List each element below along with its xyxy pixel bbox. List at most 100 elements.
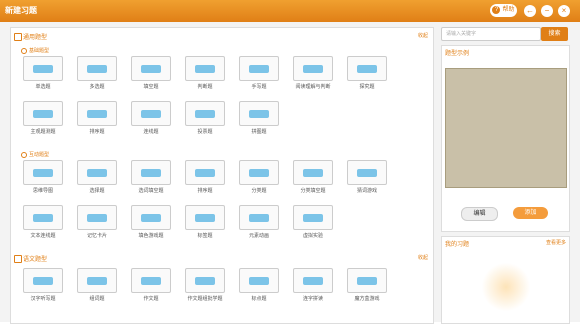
question-type-item[interactable]: 作文题 <box>127 268 175 306</box>
question-type-icon <box>23 268 63 293</box>
question-type-icon <box>185 205 225 230</box>
question-type-icon <box>77 101 117 126</box>
question-type-icon <box>185 268 225 293</box>
question-type-item[interactable]: 阅读理解与判断 <box>289 56 337 94</box>
view-more-link[interactable]: 查看更多 <box>546 239 566 246</box>
question-type-item[interactable]: 连线题 <box>127 101 175 139</box>
my-questions-title: 我的习题 <box>445 242 470 248</box>
close-icon[interactable]: × <box>558 5 570 17</box>
question-type-icon <box>239 205 279 230</box>
question-type-icon <box>239 101 279 126</box>
question-type-icon <box>23 101 63 126</box>
question-type-item[interactable]: 判断题 <box>181 56 229 94</box>
question-type-item[interactable]: 多选题 <box>73 56 121 94</box>
search-button[interactable]: 搜索 <box>541 27 568 41</box>
question-type-icon <box>23 160 63 185</box>
collapse-common-button[interactable]: 收起 <box>418 32 428 39</box>
question-type-label: 文本连线题 <box>30 233 56 239</box>
question-type-icon <box>347 160 387 185</box>
question-type-icon <box>239 268 279 293</box>
section-language-header: 语文题型 收起 <box>11 253 433 263</box>
question-type-label: 投票题 <box>197 129 213 135</box>
question-type-label: 作文题组批学题 <box>187 296 223 302</box>
question-type-icon <box>185 160 225 185</box>
question-type-label: 元素动画 <box>248 233 269 239</box>
question-type-label: 思维导图 <box>32 188 53 194</box>
question-type-item[interactable]: 分类题 <box>235 160 283 198</box>
question-type-item[interactable]: 排序题 <box>73 101 121 139</box>
question-type-item[interactable]: 元素动画 <box>235 205 283 243</box>
question-type-label: 排序题 <box>89 129 105 135</box>
question-type-label: 单选题 <box>35 84 51 90</box>
question-type-label: 魔方盒游戏 <box>354 296 380 302</box>
question-type-item[interactable]: 组词题 <box>73 268 121 306</box>
question-type-item[interactable]: 文本连线题 <box>19 205 67 243</box>
question-type-label: 猜词游戏 <box>356 188 377 194</box>
question-type-icon <box>239 56 279 81</box>
question-type-label: 拼图题 <box>251 129 267 135</box>
question-type-item[interactable]: 手写题 <box>235 56 283 94</box>
preview-image <box>445 68 567 188</box>
section-common-header: 通用题型 收起 <box>11 31 433 41</box>
question-type-item[interactable]: 记忆卡片 <box>73 205 121 243</box>
question-type-label: 选词填空题 <box>138 188 164 194</box>
preview-panel: 题型示例 编辑 添加 <box>441 45 570 232</box>
question-type-item[interactable]: 汉字听写题 <box>19 268 67 306</box>
category-basic-title: 基础题型 <box>21 47 49 54</box>
question-type-icon <box>293 268 333 293</box>
question-type-item[interactable]: 虚拟实验 <box>289 205 337 243</box>
question-type-label: 分类题 <box>251 188 267 194</box>
question-type-icon <box>293 160 333 185</box>
help-button[interactable]: ? 帮助 <box>490 4 517 17</box>
right-panel: 请输入关键字 搜索 题型示例 编辑 添加 我的习题 查看更多 <box>441 27 570 324</box>
title-bar: 新建习题 ? 帮助 ← − × <box>0 0 580 22</box>
question-type-item[interactable]: 连字拼读 <box>289 268 337 306</box>
question-type-item[interactable]: 猜词游戏 <box>343 160 391 198</box>
question-type-label: 组词题 <box>89 296 105 302</box>
add-button[interactable]: 添加 <box>513 207 548 219</box>
question-type-item[interactable]: 思维导图 <box>19 160 67 198</box>
question-type-label: 填空题 <box>143 84 159 90</box>
question-type-item[interactable]: 拼图题 <box>235 101 283 139</box>
question-type-item[interactable]: 主观题测题 <box>19 101 67 139</box>
question-type-panel: 通用题型 收起 基础题型 单选题 多选题 填空题 判断题 手写题 阅读理解与判断 探究题主观… <box>10 27 434 324</box>
question-type-icon <box>239 160 279 185</box>
question-type-label: 标签题 <box>197 233 213 239</box>
question-type-item[interactable]: 选择题 <box>73 160 121 198</box>
question-type-label: 汉字听写题 <box>30 296 56 302</box>
question-type-item[interactable]: 分类填空题 <box>289 160 337 198</box>
question-type-icon <box>77 205 117 230</box>
empty-state-image <box>481 263 531 311</box>
question-type-item[interactable]: 魔方盒游戏 <box>343 268 391 306</box>
back-icon[interactable]: ← <box>524 5 536 17</box>
question-type-icon <box>23 56 63 81</box>
question-type-label: 判断题 <box>197 84 213 90</box>
question-type-icon <box>131 205 171 230</box>
preview-title: 题型示例 <box>445 51 470 57</box>
minimize-icon[interactable]: − <box>541 5 553 17</box>
collapse-language-button[interactable]: 收起 <box>418 254 428 261</box>
question-type-item[interactable]: 标签题 <box>181 205 229 243</box>
question-type-item[interactable]: 填色游戏题 <box>127 205 175 243</box>
question-type-item[interactable]: 标点题 <box>235 268 283 306</box>
question-type-label: 连字拼读 <box>302 296 323 302</box>
search-input[interactable]: 请输入关键字 <box>441 27 541 41</box>
question-type-label: 作文题 <box>143 296 159 302</box>
section-common-title: 通用题型 <box>23 35 48 41</box>
question-type-item[interactable]: 单选题 <box>19 56 67 94</box>
question-type-item[interactable]: 填空题 <box>127 56 175 94</box>
question-type-item[interactable]: 探究题 <box>343 56 391 94</box>
question-type-icon <box>23 205 63 230</box>
question-type-item[interactable]: 排序题 <box>181 160 229 198</box>
question-type-label: 手写题 <box>251 84 267 90</box>
question-icon: ? <box>492 6 501 14</box>
question-type-label: 标点题 <box>251 296 267 302</box>
question-type-item[interactable]: 投票题 <box>181 101 229 139</box>
question-type-icon <box>347 268 387 293</box>
my-questions-panel: 我的习题 查看更多 <box>441 236 570 324</box>
question-type-label: 探究题 <box>359 84 375 90</box>
question-type-icon <box>185 56 225 81</box>
question-type-item[interactable]: 选词填空题 <box>127 160 175 198</box>
edit-button[interactable]: 编辑 <box>461 207 498 221</box>
question-type-item[interactable]: 作文题组批学题 <box>181 268 229 306</box>
